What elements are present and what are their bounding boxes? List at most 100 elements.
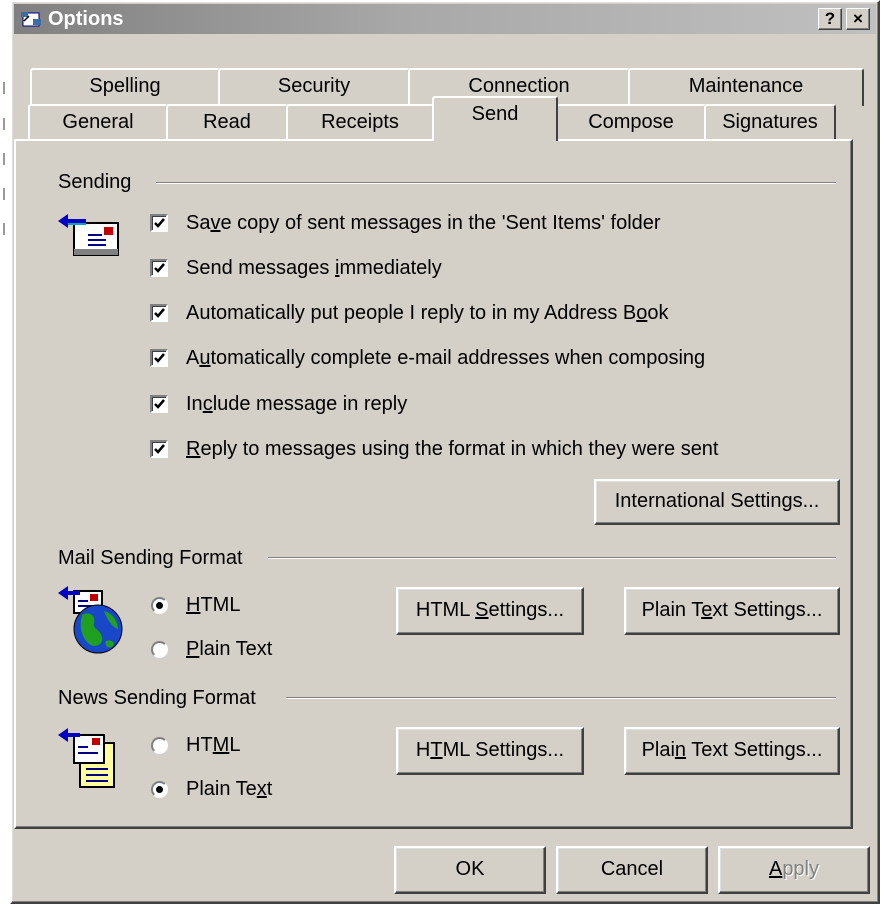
label-text: L — [229, 734, 241, 756]
tab-label: Send — [471, 103, 519, 125]
label-text: tomatically complete e-mail addresses wh… — [210, 347, 706, 369]
auto-complete-label[interactable]: Automatically complete e-mail addresses … — [186, 347, 705, 370]
label-text: ettings... — [488, 599, 565, 621]
tab-label: Read — [203, 111, 251, 133]
radio-selected-dot — [156, 602, 163, 609]
access-key: H — [186, 594, 201, 616]
auto-complete-checkbox[interactable] — [150, 349, 168, 367]
access-key: M — [212, 734, 230, 756]
tab-label: Security — [277, 75, 351, 97]
label-text: ML Settings... — [442, 739, 565, 761]
apply-button[interactable]: Apply — [718, 846, 870, 894]
reply-format-label[interactable]: Reply to messages using the format in wh… — [186, 438, 719, 461]
tab-label: Compose — [588, 111, 674, 133]
tab-maintenance[interactable]: Maintenance — [628, 68, 864, 106]
cancel-button[interactable]: Cancel — [556, 846, 708, 894]
window-title: Options — [48, 8, 124, 30]
label-text: t — [266, 778, 273, 800]
tab-label: Receipts — [321, 111, 399, 133]
label-text: Send messages — [186, 257, 335, 279]
news-format-heading: News Sending Format — [58, 687, 264, 710]
news-html-settings-button[interactable]: HTML Settings... — [396, 727, 584, 775]
send-tab-panel: Sending Save copy of sent messages in th… — [14, 139, 853, 829]
label-text: Plai — [641, 739, 675, 761]
access-key: T — [430, 739, 443, 761]
save-copy-label[interactable]: Save copy of sent messages in the 'Sent … — [186, 212, 661, 235]
access-key: v — [210, 212, 221, 234]
access-key: P — [186, 638, 200, 660]
mail-html-settings-button[interactable]: HTML Settings... — [396, 587, 584, 635]
label-text: HTML — [415, 599, 476, 621]
label-text: ok — [647, 302, 669, 324]
label-text: In — [186, 393, 203, 415]
mail-plain-text-label[interactable]: Plain Text — [186, 638, 272, 661]
include-message-label[interactable]: Include message in reply — [186, 393, 407, 416]
access-key: S — [475, 599, 489, 621]
include-message-checkbox[interactable] — [150, 395, 168, 413]
background-mark — [3, 153, 5, 165]
access-key: x — [256, 778, 267, 800]
tab-send[interactable]: Send — [432, 96, 558, 141]
label-text: mmediately — [339, 257, 442, 279]
tab-signatures[interactable]: Signatures — [704, 104, 836, 142]
tab-label: Spelling — [89, 75, 161, 97]
access-key: u — [199, 347, 211, 369]
news-document-icon — [56, 725, 122, 801]
tab-label: Connection — [468, 75, 570, 97]
label-text: A — [186, 347, 200, 369]
access-key: A — [768, 858, 783, 880]
mail-plain-text-settings-button[interactable]: Plain Text Settings... — [624, 587, 840, 635]
mail-plain-text-radio[interactable] — [151, 641, 168, 658]
label-text: Text Settings... — [686, 739, 823, 761]
group-divider — [156, 182, 836, 184]
group-divider — [286, 697, 836, 699]
send-immediately-checkbox[interactable] — [150, 259, 168, 277]
news-html-radio[interactable] — [151, 737, 168, 754]
close-button[interactable]: × — [846, 8, 870, 30]
radio-selected-dot — [156, 786, 163, 793]
news-plain-text-label[interactable]: Plain Text — [186, 778, 272, 801]
group-divider — [268, 557, 836, 559]
access-key: e — [701, 599, 713, 621]
background-mark — [3, 223, 5, 235]
ok-button[interactable]: OK — [394, 846, 546, 894]
label-text: Plain Te — [186, 778, 257, 800]
label-text: HT — [186, 734, 213, 756]
auto-address-book-checkbox[interactable] — [150, 304, 168, 322]
tab-label: General — [62, 111, 134, 133]
label-text: TML — [200, 594, 241, 616]
title-bar[interactable]: Options ? × — [14, 4, 876, 34]
news-html-label[interactable]: HTML — [186, 734, 240, 757]
international-settings-button[interactable]: International Settings... — [594, 479, 840, 525]
reply-format-checkbox[interactable] — [150, 440, 168, 458]
tab-security[interactable]: Security — [218, 68, 410, 106]
label-text: xt Settings... — [712, 599, 823, 621]
tab-label: Maintenance — [688, 75, 804, 97]
news-plain-text-settings-button[interactable]: Plain Text Settings... — [624, 727, 840, 775]
tab-label: Signatures — [722, 111, 818, 133]
tab-spelling[interactable]: Spelling — [30, 68, 220, 106]
label-text: Sa — [186, 212, 211, 234]
auto-address-book-label[interactable]: Automatically put people I reply to in m… — [186, 302, 668, 325]
sending-heading: Sending — [58, 171, 140, 194]
tab-compose[interactable]: Compose — [556, 104, 706, 142]
save-copy-checkbox[interactable] — [150, 214, 168, 232]
label-text: H — [415, 739, 431, 761]
send-immediately-label[interactable]: Send messages immediately — [186, 257, 442, 280]
access-key: n — [674, 739, 687, 761]
label-text: lain Text — [199, 638, 273, 660]
tab-receipts[interactable]: Receipts — [286, 104, 434, 142]
label-text: Automatically put people I reply to in m… — [186, 302, 637, 324]
tab-general[interactable]: General — [28, 104, 168, 142]
news-plain-text-radio[interactable] — [151, 781, 168, 798]
mail-html-radio[interactable] — [151, 597, 168, 614]
outlook-express-icon — [20, 9, 42, 29]
label-text: eply to messages using the format in whi… — [200, 438, 719, 460]
label-text: e copy of sent messages in the 'Sent Ite… — [220, 212, 661, 234]
help-button[interactable]: ? — [818, 8, 842, 30]
mail-format-heading: Mail Sending Format — [58, 547, 251, 570]
access-key: c — [202, 393, 213, 415]
globe-mail-icon — [56, 585, 128, 661]
tab-read[interactable]: Read — [166, 104, 288, 142]
mail-html-label[interactable]: HTML — [186, 594, 240, 617]
